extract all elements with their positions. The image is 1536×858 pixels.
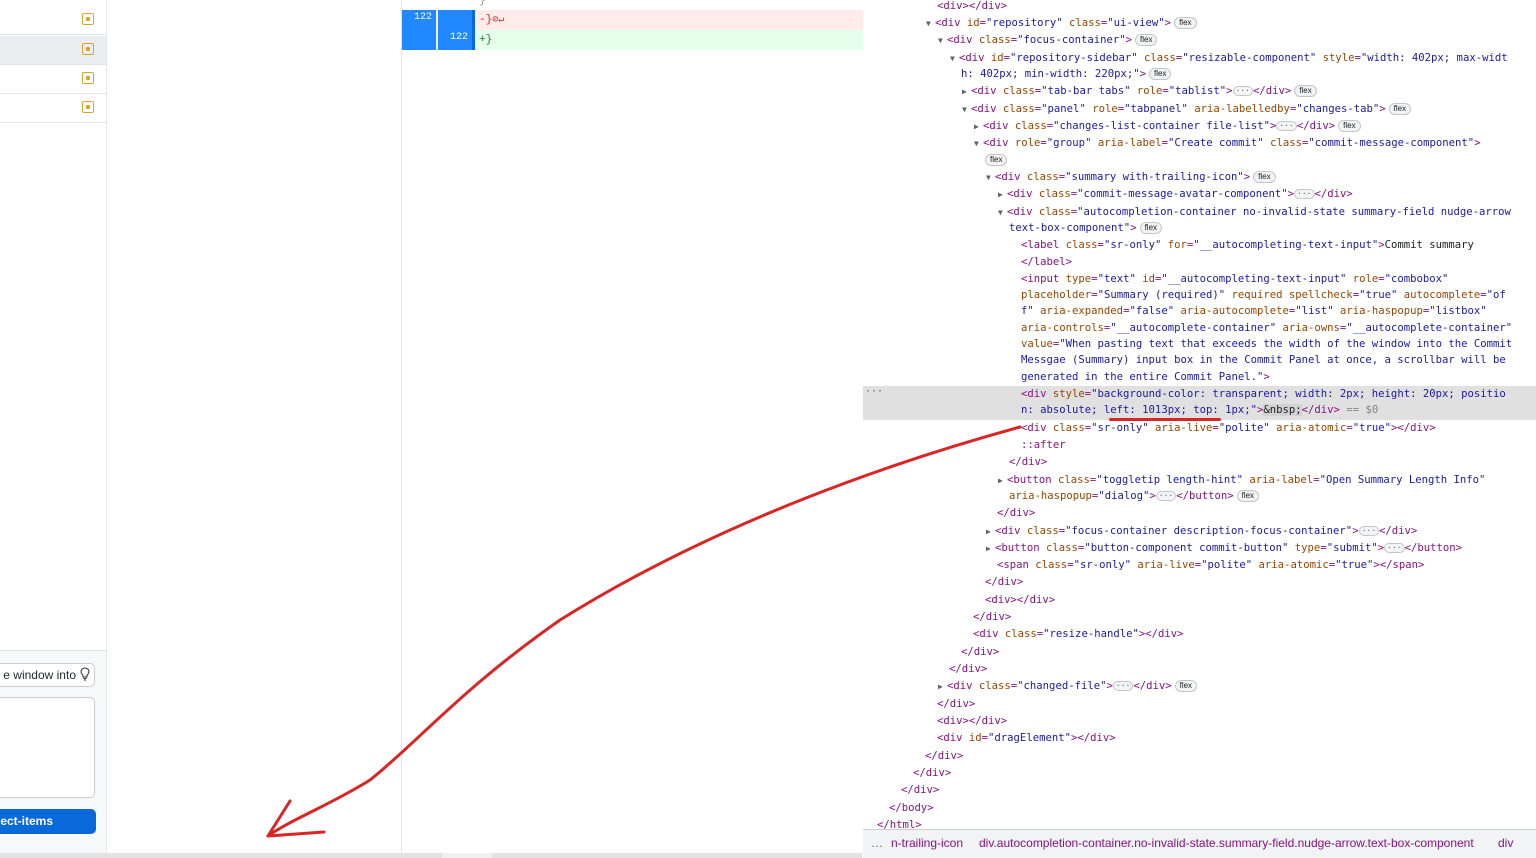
- dom-node[interactable]: <div></div>: [937, 713, 1007, 730]
- dom-node-changed-file[interactable]: ▶ <div class="changed-file"> ··· </div> flex: [938, 678, 1198, 695]
- changed-file-row[interactable]: [0, 6, 106, 35]
- expand-triangle-icon: ▼: [926, 19, 931, 28]
- dom-node-autocompletion[interactable]: ▼ <div class="autocompletion-container no…: [998, 204, 1511, 221]
- dom-node-wrap: placeholder="Summary (required)" require…: [1021, 289, 1506, 301]
- dom-node-avatar[interactable]: ▶ <div class="commit-message-avatar-compo…: [998, 186, 1353, 203]
- summary-input-text: e window into: [3, 668, 76, 682]
- modified-icon: [82, 13, 94, 25]
- more-options-icon[interactable]: ···: [865, 386, 883, 397]
- breadcrumb-item[interactable]: div: [1498, 836, 1513, 850]
- diff-deleted-line[interactable]: 122 -}⊘↵: [402, 10, 863, 30]
- devtools-elements-panel: <div></div> ▼ <div id="repository" class=…: [863, 0, 1536, 858]
- changed-file-row[interactable]: [0, 94, 106, 123]
- flex-badge: flex: [1174, 17, 1197, 29]
- dom-node-wrap: h: 402px; min-width: 220px;"> flex: [961, 66, 1172, 83]
- dom-node-sr-only[interactable]: <div class="sr-only" aria-live="polite" …: [1021, 420, 1436, 437]
- line-selection-bar: [472, 10, 475, 30]
- dom-node-label[interactable]: <label class="sr-only" for="__autocomple…: [1021, 237, 1474, 254]
- dom-node-repository[interactable]: ▼ <div id="repository" class="ui-view"> fl…: [926, 15, 1197, 32]
- dom-node-wrap: aria-controls="__autocomplete-container"…: [1021, 322, 1513, 334]
- dom-node-input[interactable]: <input type="text" id="__autocompleting-…: [1021, 271, 1448, 288]
- no-newline-icon: ⊘↵: [492, 15, 505, 26]
- dom-node-body-close: </body>: [889, 802, 934, 814]
- dom-node-repository-sidebar[interactable]: ▼ <div id="repository-sidebar" class="res…: [950, 50, 1508, 67]
- dom-node-wrap: n: absolute; left: 1013px; top: 1px;">&n…: [1021, 404, 1379, 416]
- dom-node-close: </div>: [913, 767, 952, 779]
- breadcrumb-overflow[interactable]: …: [871, 836, 883, 850]
- breadcrumb-item[interactable]: div.autocompletion-container.no-invalid-…: [979, 836, 1474, 850]
- dom-node-changes-list[interactable]: ▶ <div class="changes-list-container file…: [974, 118, 1361, 135]
- old-line-number: 122: [402, 10, 436, 30]
- line-selection-bar: [472, 30, 475, 50]
- changes-sidebar: e window into ect-items: [0, 0, 107, 858]
- dom-node-close: </div>: [949, 663, 988, 675]
- lightbulb-icon[interactable]: [80, 667, 90, 681]
- modified-icon: [82, 72, 94, 84]
- dom-node-drag-element[interactable]: <div id="dragElement"></div>: [937, 730, 1116, 747]
- commit-message-panel: e window into ect-items: [0, 650, 106, 858]
- dom-node-wrap: flex: [985, 152, 1008, 169]
- dom-node-description-focus[interactable]: ▶ <div class="focus-container description…: [986, 523, 1417, 540]
- dom-node-close: </div>: [961, 646, 1000, 658]
- diff-code: -}⊘↵: [479, 14, 505, 26]
- summary-input[interactable]: e window into: [0, 663, 95, 687]
- dom-node-commit-button[interactable]: ▶ <button class="button-component commit-…: [986, 540, 1462, 557]
- dom-node-wrap: Messgae (Summary) input box in the Commi…: [1021, 354, 1506, 366]
- dom-node-spacer-div[interactable]: <div style="background-color: transparen…: [1021, 386, 1506, 403]
- dom-node-focus-container[interactable]: ▼ <div class="focus-container"> flex: [938, 32, 1158, 49]
- dom-node-close: </div>: [997, 507, 1036, 519]
- dom-node[interactable]: <div></div>: [985, 592, 1055, 609]
- dom-node-wrap: f" aria-expanded="false" aria-autocomple…: [1021, 305, 1487, 317]
- changed-file-row[interactable]: [0, 65, 106, 94]
- dom-node-tab-bar[interactable]: ▶ <div class="tab-bar tabs" role="tablist…: [962, 83, 1317, 100]
- dom-node[interactable]: <div></div>: [937, 0, 1007, 15]
- dom-node-close: </div>: [1009, 456, 1048, 468]
- bottom-scroll-track: [0, 853, 862, 858]
- dom-node-commit-group[interactable]: ▼ <div role="group" aria-label="Create co…: [974, 135, 1481, 152]
- dom-node-close: </div>: [925, 750, 964, 762]
- dom-node-summary[interactable]: ▼ <div class="summary with-trailing-icon"…: [986, 169, 1276, 186]
- dom-node-close: </div>: [973, 611, 1012, 623]
- dom-node-panel[interactable]: ▼ <div class="panel" role="tabpanel" aria…: [962, 101, 1412, 118]
- commit-button[interactable]: ect-items: [0, 809, 96, 834]
- dom-node-span[interactable]: <span class="sr-only" aria-live="polite"…: [997, 557, 1424, 574]
- new-line-number: 122: [438, 30, 472, 50]
- changed-file-row[interactable]: [0, 36, 106, 65]
- dom-node-close: </div>: [937, 698, 976, 710]
- dom-node-wrap: generated in the entire Commit Panel.">: [1021, 371, 1270, 383]
- breadcrumb-item[interactable]: n-trailing-icon: [891, 836, 963, 850]
- dom-node-resize-handle[interactable]: <div class="resize-handle"></div>: [973, 626, 1184, 643]
- dom-node-wrap: </label>: [1021, 256, 1073, 268]
- diff-added-line[interactable]: 122 +}: [402, 30, 863, 50]
- dom-node-close: </div>: [901, 784, 940, 796]
- new-line-number: [438, 10, 472, 30]
- dom-node-wrap: value="When pasting text that exceeds th…: [1021, 338, 1513, 350]
- description-textarea[interactable]: [0, 697, 95, 798]
- dom-node-after[interactable]: ::after: [1021, 437, 1066, 454]
- diff-code: +}: [479, 34, 493, 46]
- breadcrumb: … n-trailing-icon div.autocompletion-con…: [863, 829, 1536, 858]
- dom-node-wrap: aria-haspopup="dialog"> ··· </button> flex: [1009, 488, 1260, 505]
- dom-node-toggletip[interactable]: ▶ <button class="toggletip length-hint" a…: [998, 472, 1485, 489]
- diff-view: 122 122 } 122 -}⊘↵ 122 +}: [401, 0, 864, 853]
- modified-icon: [82, 101, 94, 113]
- dom-node-wrap: text-box-component"> flex: [1009, 220, 1163, 237]
- old-line-number: [402, 30, 436, 50]
- dom-node-close: </div>: [985, 576, 1024, 588]
- modified-icon: [82, 43, 94, 55]
